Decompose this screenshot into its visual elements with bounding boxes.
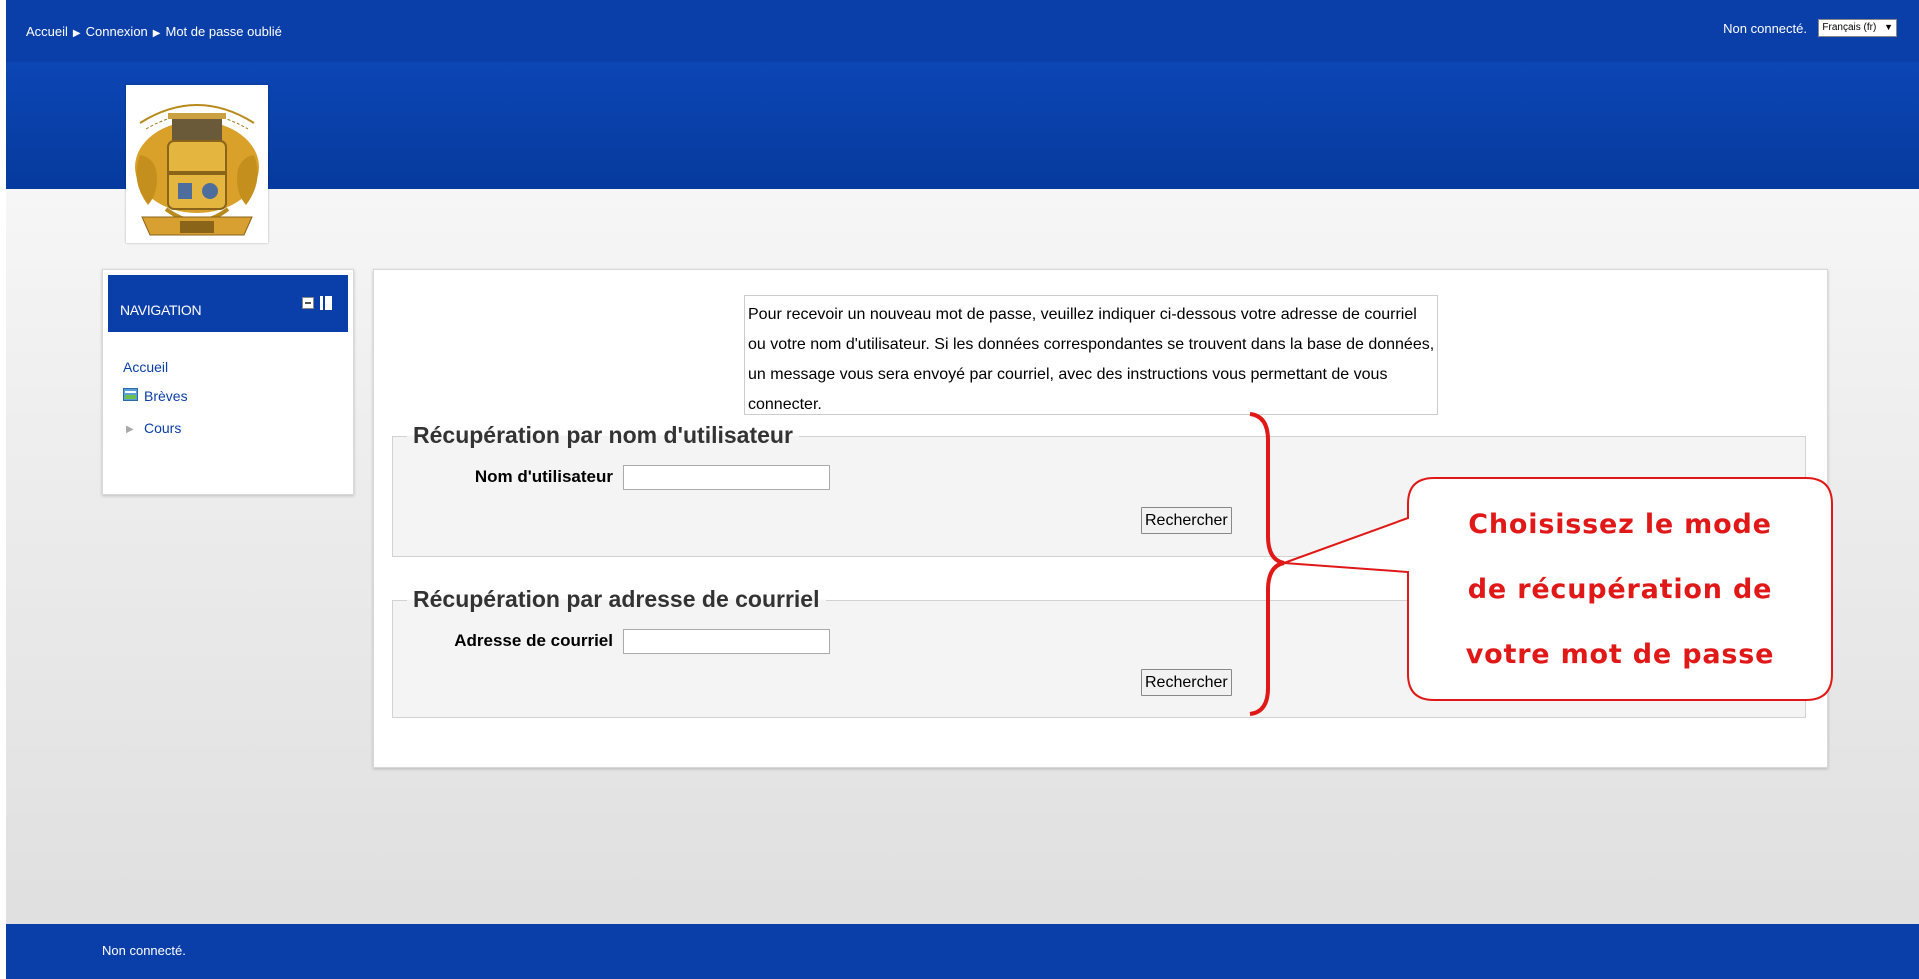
annotation-line-3: votre mot de passe [1465,638,1775,670]
annotation-callout-text: Choisissez le mode de récupération de vo… [1408,478,1832,700]
annotation-line-2: de récupération de [1467,573,1773,605]
footer-login-status: Non connecté. [102,943,186,958]
brace-icon [1249,412,1285,716]
page: Accueil ▶ Connexion ▶ Mot de passe oublié No… [6,0,1919,979]
footer: Non connecté. [6,924,1919,979]
annotation-line-1: Choisissez le mode [1468,508,1772,540]
